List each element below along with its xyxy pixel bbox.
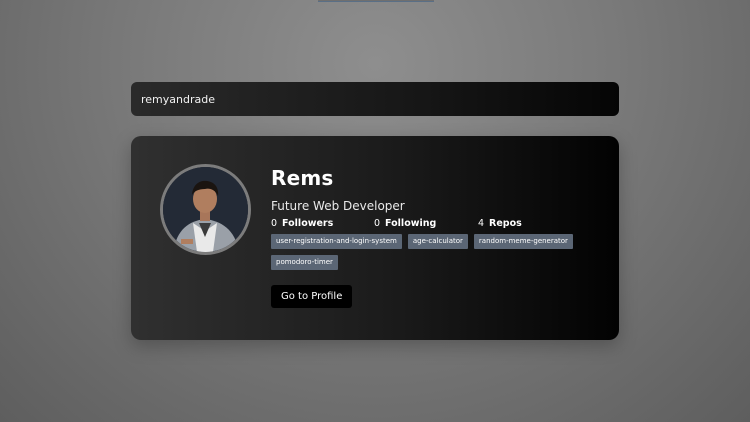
repos-stat: 4 Repos — [478, 218, 522, 229]
search-bar[interactable] — [131, 82, 619, 116]
following-label: Following — [385, 218, 437, 229]
profile-card: Rems Future Web Developer 0 Followers 0 … — [131, 136, 619, 340]
profile-name: Rems — [271, 166, 334, 190]
following-count: 0 — [374, 218, 381, 229]
followers-label: Followers — [282, 218, 334, 229]
repo-list: user-registration-and-login-system age-c… — [271, 234, 591, 270]
search-input[interactable] — [141, 92, 619, 106]
repo-tag[interactable]: pomodoro-timer — [271, 255, 338, 270]
repos-label: Repos — [489, 218, 522, 229]
followers-stat: 0 Followers — [271, 218, 374, 229]
avatar — [160, 164, 251, 255]
repo-tag[interactable]: user-registration-and-login-system — [271, 234, 402, 249]
avatar-image — [163, 167, 248, 252]
following-stat: 0 Following — [374, 218, 478, 229]
repo-tag[interactable]: random-meme-generator — [473, 234, 573, 249]
go-to-profile-button[interactable]: Go to Profile — [271, 285, 353, 308]
profile-bio: Future Web Developer — [271, 199, 405, 213]
profile-stats: 0 Followers 0 Following 4 Repos — [271, 218, 601, 229]
top-bar-fragment — [318, 0, 434, 2]
followers-count: 0 — [271, 218, 278, 229]
repo-tag[interactable]: age-calculator — [407, 234, 468, 249]
profile-info: Rems Future Web Developer 0 Followers 0 … — [271, 166, 601, 308]
repos-count: 4 — [478, 218, 485, 229]
